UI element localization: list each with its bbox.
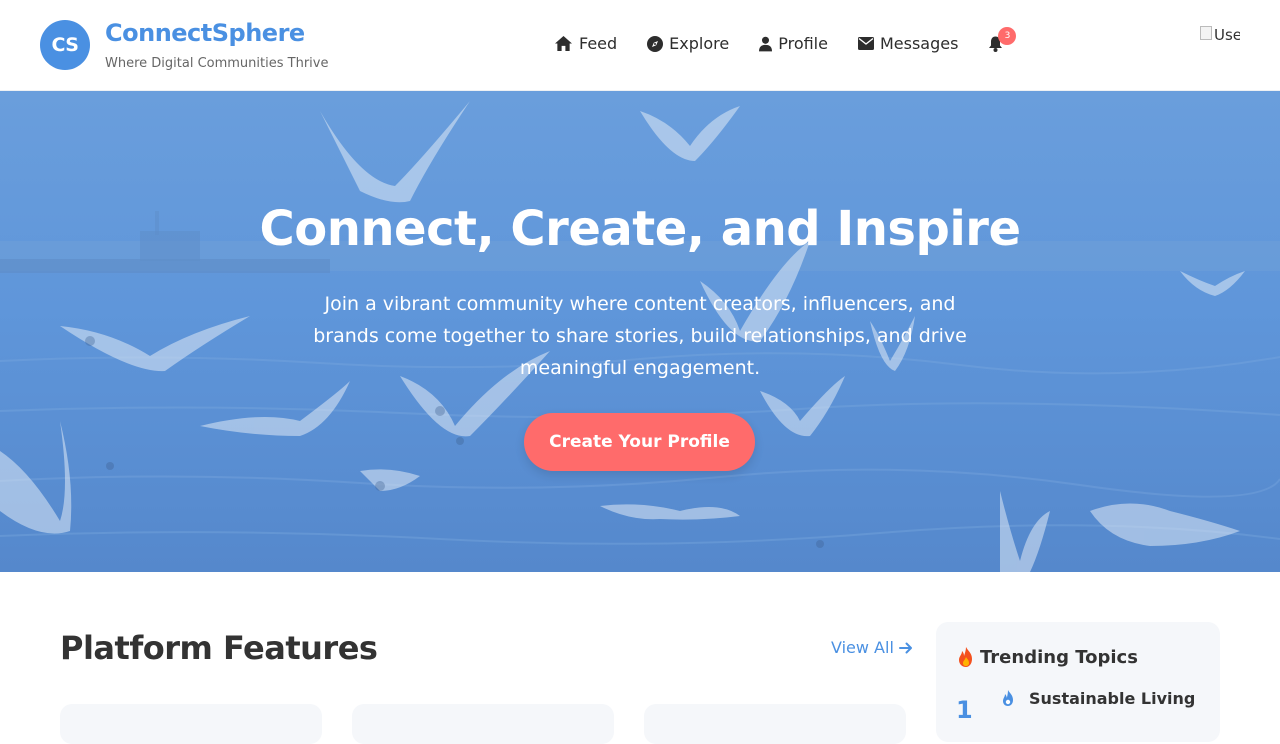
- fire-icon: [959, 647, 972, 667]
- create-profile-button[interactable]: Create Your Profile: [524, 413, 755, 471]
- nav-feed[interactable]: Feed: [554, 34, 617, 53]
- nav-explore[interactable]: Explore: [647, 34, 729, 53]
- hero-title: Connect, Create, and Inspire: [259, 201, 1021, 257]
- trend-topic-name[interactable]: Sustainable Living: [1029, 689, 1195, 708]
- feature-card[interactable]: [352, 704, 614, 744]
- nav-messages-label: Messages: [879, 34, 959, 53]
- notification-count-badge: 3: [998, 26, 1017, 45]
- broken-image-icon: [1200, 26, 1212, 40]
- view-all-label: View All: [831, 638, 894, 657]
- brand-tagline: Where Digital Communities Thrive: [105, 56, 329, 71]
- feature-card[interactable]: [60, 704, 322, 744]
- features-title: Platform Features: [60, 629, 378, 667]
- feature-card[interactable]: [644, 704, 906, 744]
- nav-profile[interactable]: Profile: [759, 34, 828, 53]
- trending-topics-panel: Trending Topics 1 Sustainable Living: [936, 622, 1220, 742]
- arrow-right-icon: [898, 642, 912, 653]
- compass-icon: [647, 35, 664, 52]
- nav-profile-label: Profile: [778, 34, 828, 53]
- nav-explore-label: Explore: [669, 34, 730, 53]
- trending-header: Trending Topics: [956, 646, 1138, 668]
- brand-name[interactable]: ConnectSphere: [105, 19, 305, 47]
- nav-messages[interactable]: Messages: [857, 34, 959, 53]
- trending-title: Trending Topics: [980, 646, 1138, 668]
- home-icon: [555, 35, 572, 52]
- user-avatar[interactable]: User: [1200, 26, 1240, 66]
- hero-section: Connect, Create, and Inspire Join a vibr…: [0, 91, 1280, 572]
- notifications-button[interactable]: 3: [988, 26, 1017, 52]
- main-nav: Feed Explore Profile Messages 3: [554, 26, 1017, 53]
- user-icon: [759, 36, 773, 51]
- flame-icon: [1003, 690, 1013, 706]
- hero-description: Join a vibrant community where content c…: [313, 293, 967, 379]
- avatar-alt-text: User: [1214, 26, 1240, 44]
- view-all-link[interactable]: View All: [831, 638, 913, 657]
- nav-feed-label: Feed: [579, 34, 618, 53]
- site-header: CS ConnectSphere Where Digital Communiti…: [0, 0, 1280, 91]
- envelope-icon: [857, 37, 874, 50]
- logo-badge[interactable]: CS: [40, 20, 90, 70]
